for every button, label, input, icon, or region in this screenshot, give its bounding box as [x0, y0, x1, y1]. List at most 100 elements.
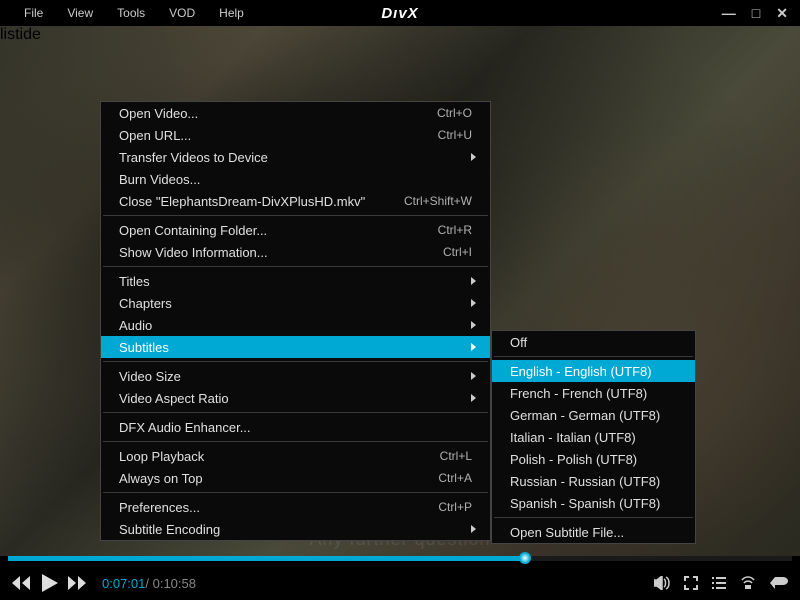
menu-tools[interactable]: Tools: [105, 2, 157, 24]
submenu-item[interactable]: English - English (UTF8): [492, 360, 695, 382]
submenu-arrow-icon: [471, 525, 476, 533]
context-menu-item[interactable]: Preferences... Ctrl+P: [101, 496, 490, 518]
submenu-arrow-icon: [471, 153, 476, 161]
submenu-item[interactable]: Polish - Polish (UTF8): [492, 448, 695, 470]
play-button[interactable]: [42, 574, 58, 592]
menubar: File View Tools VOD Help: [0, 2, 256, 24]
menu-vod[interactable]: VOD: [157, 2, 207, 24]
time-total: / 0:10:58: [145, 576, 196, 591]
context-menu-label: Preferences...: [119, 500, 200, 515]
close-button[interactable]: ✕: [776, 5, 788, 22]
context-menu-label: Show Video Information...: [119, 245, 268, 260]
progress-fill: [8, 556, 525, 561]
control-row: 0:07:01 / 0:10:58: [0, 566, 800, 600]
menu-shortcut: Ctrl+A: [438, 471, 472, 485]
context-menu-label: Titles: [119, 274, 150, 289]
submenu-label: Open Subtitle File...: [510, 525, 624, 540]
submenu-item[interactable]: Spanish - Spanish (UTF8): [492, 492, 695, 514]
submenu-arrow-icon: [471, 394, 476, 402]
context-menu-label: Close "ElephantsDream-DivXPlusHD.mkv": [119, 194, 365, 209]
context-menu-item[interactable]: Subtitles: [101, 336, 490, 358]
submenu-label: Russian - Russian (UTF8): [510, 474, 660, 489]
transport-controls: [12, 574, 88, 592]
submenu-arrow-icon: [471, 299, 476, 307]
context-menu-label: Loop Playback: [119, 449, 204, 464]
context-menu-label: Video Aspect Ratio: [119, 391, 229, 406]
context-menu-item[interactable]: Burn Videos...: [101, 168, 490, 190]
menu-view[interactable]: View: [55, 2, 105, 24]
submenu-item[interactable]: French - French (UTF8): [492, 382, 695, 404]
menu-shortcut: Ctrl+Shift+W: [404, 194, 472, 208]
cast-button[interactable]: [770, 577, 788, 589]
titlebar: File View Tools VOD Help DıvX — □ ✕: [0, 0, 800, 26]
submenu-arrow-icon: [471, 343, 476, 351]
context-menu-item[interactable]: Chapters: [101, 292, 490, 314]
context-menu-label: Open Video...: [119, 106, 198, 121]
menu-separator: [103, 215, 488, 216]
submenu-item[interactable]: Italian - Italian (UTF8): [492, 426, 695, 448]
context-menu-label: Burn Videos...: [119, 172, 200, 187]
submenu-label: English - English (UTF8): [510, 364, 652, 379]
controls-bar: 0:07:01 / 0:10:58: [0, 556, 800, 600]
playlist-button[interactable]: [712, 577, 726, 589]
menu-shortcut: Ctrl+P: [438, 500, 472, 514]
submenu-label: French - French (UTF8): [510, 386, 647, 401]
submenu-arrow-icon: [471, 321, 476, 329]
context-menu-item[interactable]: Open URL... Ctrl+U: [101, 124, 490, 146]
forward-button[interactable]: [68, 576, 88, 590]
menu-separator: [494, 356, 693, 357]
submenu-arrow-icon: [471, 372, 476, 380]
volume-button[interactable]: [654, 576, 670, 590]
context-menu: Open Video...Ctrl+O Open URL... Ctrl+U Tran…: [100, 101, 491, 541]
context-menu-item[interactable]: Titles: [101, 270, 490, 292]
context-menu-item[interactable]: Video Size: [101, 365, 490, 387]
subtitles-submenu: Off English - English (UTF8) French - Fren…: [491, 330, 696, 544]
menu-shortcut: Ctrl+L: [440, 449, 472, 463]
context-menu-label: Open Containing Folder...: [119, 223, 267, 238]
submenu-item[interactable]: German - German (UTF8): [492, 404, 695, 426]
menu-separator: [103, 361, 488, 362]
submenu-item[interactable]: Off: [492, 331, 695, 353]
submenu-label: German - German (UTF8): [510, 408, 660, 423]
context-menu-label: Subtitle Encoding: [119, 522, 220, 537]
context-menu-label: DFX Audio Enhancer...: [119, 420, 251, 435]
fullscreen-button[interactable]: [684, 576, 698, 590]
maximize-button[interactable]: □: [752, 5, 760, 22]
context-menu-label: Chapters: [119, 296, 172, 311]
context-menu-item[interactable]: Open Video...Ctrl+O: [101, 102, 490, 124]
context-menu-item[interactable]: Video Aspect Ratio: [101, 387, 490, 409]
context-menu-label: Open URL...: [119, 128, 191, 143]
progress-thumb[interactable]: [519, 552, 531, 564]
context-menu-item[interactable]: Loop Playback Ctrl+L: [101, 445, 490, 467]
context-menu-item[interactable]: Close "ElephantsDream-DivXPlusHD.mkv" Ctr…: [101, 190, 490, 212]
submenu-label: Off: [510, 335, 527, 350]
menu-separator: [103, 266, 488, 267]
menu-shortcut: Ctrl+R: [438, 223, 472, 237]
submenu-item[interactable]: Open Subtitle File...: [492, 521, 695, 543]
context-menu-label: Video Size: [119, 369, 181, 384]
menu-separator: [103, 412, 488, 413]
context-menu-label: Always on Top: [119, 471, 203, 486]
rewind-button[interactable]: [12, 576, 32, 590]
right-controls: [654, 576, 788, 590]
menu-file[interactable]: File: [12, 2, 55, 24]
context-menu-item[interactable]: Show Video Information...Ctrl+I: [101, 241, 490, 263]
app-logo: DıvX: [381, 5, 418, 22]
context-menu-label: Transfer Videos to Device: [119, 150, 268, 165]
submenu-item[interactable]: Russian - Russian (UTF8): [492, 470, 695, 492]
context-menu-item[interactable]: Always on Top Ctrl+A: [101, 467, 490, 489]
menu-shortcut: Ctrl+U: [438, 128, 472, 142]
context-menu-item[interactable]: Subtitle Encoding: [101, 518, 490, 540]
progress-bar[interactable]: [8, 556, 792, 561]
window-controls: — □ ✕: [722, 5, 788, 22]
context-menu-item[interactable]: Open Containing Folder... Ctrl+R: [101, 219, 490, 241]
submenu-label: Polish - Polish (UTF8): [510, 452, 637, 467]
context-menu-item[interactable]: Transfer Videos to Device: [101, 146, 490, 168]
stream-button[interactable]: [740, 576, 756, 590]
submenu-arrow-icon: [471, 277, 476, 285]
menu-separator: [103, 441, 488, 442]
menu-help[interactable]: Help: [207, 2, 256, 24]
minimize-button[interactable]: —: [722, 5, 736, 22]
context-menu-item[interactable]: DFX Audio Enhancer...: [101, 416, 490, 438]
context-menu-item[interactable]: Audio: [101, 314, 490, 336]
